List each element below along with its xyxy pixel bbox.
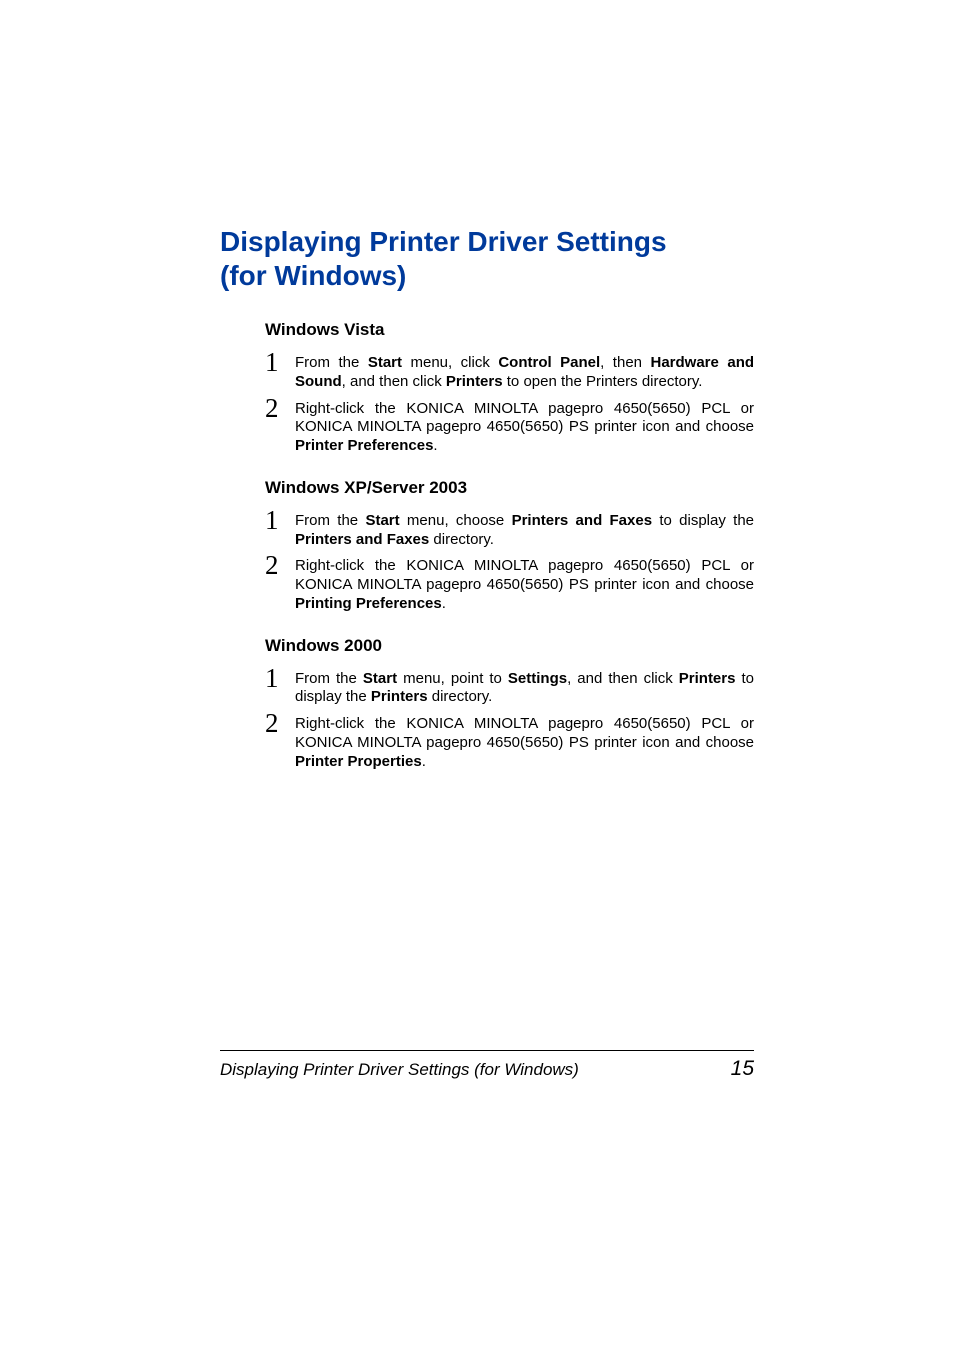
heading-line-1: Displaying Printer Driver Settings (220, 226, 667, 257)
text-run: , and then click (342, 373, 446, 390)
text-run: , and then click (567, 670, 679, 687)
text-run: directory. (429, 531, 494, 548)
section-heading: Windows Vista (265, 320, 754, 340)
text-run: From the (295, 512, 365, 529)
section: Windows XP/Server 2003 From the Start men… (265, 478, 754, 614)
text-run: . (433, 437, 437, 454)
text-run: Start (365, 512, 399, 529)
text-run: . (422, 753, 426, 770)
step-item: From the Start menu, choose Printers and… (265, 512, 754, 550)
footer-page-number: 15 (731, 1057, 754, 1081)
step-item: Right-click the KONICA MINOLTA pagepro 4… (265, 557, 754, 613)
footer-line: Displaying Printer Driver Settings (for … (220, 1057, 754, 1081)
text-run: Printers (679, 670, 736, 687)
section: Windows Vista From the Start menu, click … (265, 320, 754, 456)
text-run: Right-click the KONICA MINOLTA pagepro 4… (295, 557, 754, 593)
text-run: Right-click the KONICA MINOLTA pagepro 4… (295, 400, 754, 436)
text-run: Printers (371, 688, 428, 705)
page: Displaying Printer Driver Settings (for … (0, 0, 954, 1351)
step-item: Right-click the KONICA MINOLTA pagepro 4… (265, 400, 754, 456)
step-list: From the Start menu, choose Printers and… (265, 512, 754, 614)
section-heading: Windows 2000 (265, 636, 754, 656)
section: Windows 2000 From the Start menu, point t… (265, 636, 754, 772)
text-run: Control Panel (498, 354, 600, 371)
text-run: . (442, 595, 446, 612)
heading-line-2: (for Windows) (220, 260, 406, 291)
step-item: From the Start menu, click Control Panel… (265, 354, 754, 392)
footer-title: Displaying Printer Driver Settings (for … (220, 1060, 579, 1080)
step-item: Right-click the KONICA MINOLTA pagepro 4… (265, 715, 754, 771)
footer-rule (220, 1050, 754, 1051)
text-run: Settings (508, 670, 567, 687)
text-run: menu, choose (400, 512, 512, 529)
text-run: menu, click (402, 354, 498, 371)
text-run: directory. (428, 688, 493, 705)
text-run: Printers and Faxes (512, 512, 652, 529)
text-run: Printers and Faxes (295, 531, 429, 548)
text-run: Start (368, 354, 402, 371)
text-run: Printers (446, 373, 503, 390)
text-run: From the (295, 670, 363, 687)
text-run: Printing Preferences (295, 595, 442, 612)
sections-container: Windows Vista From the Start menu, click … (220, 320, 754, 771)
step-list: From the Start menu, point to Settings, … (265, 670, 754, 772)
text-run: to display the (652, 512, 754, 529)
text-run: to open the Printers directory. (503, 373, 703, 390)
section-heading: Windows XP/Server 2003 (265, 478, 754, 498)
text-run: From the (295, 354, 368, 371)
text-run: Printer Preferences (295, 437, 433, 454)
step-list: From the Start menu, click Control Panel… (265, 354, 754, 456)
text-run: Right-click the KONICA MINOLTA pagepro 4… (295, 715, 754, 751)
text-run: menu, point to (397, 670, 508, 687)
text-run: , then (600, 354, 650, 371)
page-footer: Displaying Printer Driver Settings (for … (220, 1050, 754, 1081)
text-run: Printer Properties (295, 753, 422, 770)
step-item: From the Start menu, point to Settings, … (265, 670, 754, 708)
main-heading: Displaying Printer Driver Settings (for … (220, 225, 754, 292)
text-run: Start (363, 670, 397, 687)
